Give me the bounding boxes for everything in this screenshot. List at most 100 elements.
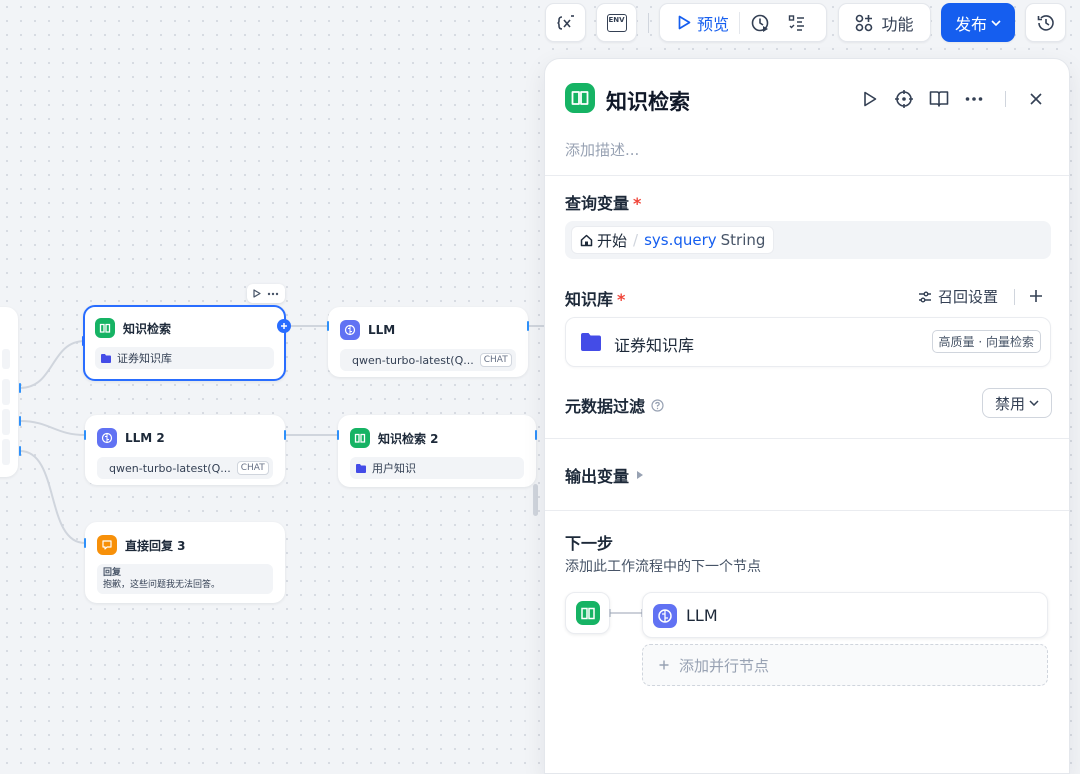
panel-node-icon bbox=[565, 83, 595, 113]
description-input[interactable]: 添加描述... bbox=[565, 139, 639, 160]
env-label: ENV bbox=[608, 15, 625, 24]
node-config-panel: 知识检索 添加描述... 查询变量 * 开始 / sys.query String bbox=[544, 58, 1070, 774]
current-node-tile bbox=[565, 592, 610, 634]
source-node-name: 开始 bbox=[597, 231, 628, 250]
add-parallel-node-button[interactable]: 添加并行节点 bbox=[642, 644, 1048, 686]
help-docs-button[interactable] bbox=[927, 87, 951, 111]
help-circle-icon[interactable] bbox=[651, 398, 664, 412]
answer-node[interactable]: 直接回复 3 回复 抱歉，这些问题我无法回答。 bbox=[85, 522, 285, 603]
edge-handle[interactable] bbox=[19, 416, 21, 426]
node-title: LLM 2 bbox=[125, 431, 165, 445]
knowledge-base-label: 知识库 * bbox=[565, 286, 625, 310]
reply-box: 回复 抱歉，这些问题我无法回答。 bbox=[97, 564, 273, 594]
section-divider bbox=[545, 175, 1069, 176]
book-icon bbox=[350, 428, 370, 448]
dataset-row[interactable]: 证券知识库 高质量 · 向量检索 bbox=[565, 317, 1051, 367]
version-history-button[interactable] bbox=[1025, 3, 1066, 42]
edge-handle[interactable] bbox=[84, 538, 86, 548]
required-mark: * bbox=[633, 194, 642, 213]
llm-2-node[interactable]: LLM 2 qwen-turbo-latest(Q... CHAT bbox=[85, 415, 285, 485]
env-button[interactable]: ENV bbox=[596, 3, 637, 42]
edge-handle[interactable] bbox=[527, 321, 529, 331]
node-title: 知识检索 2 bbox=[378, 431, 439, 446]
toggle-variable-button[interactable] bbox=[545, 3, 586, 42]
more-options-button[interactable] bbox=[962, 87, 986, 111]
more-icon[interactable] bbox=[267, 292, 279, 296]
close-panel-button[interactable] bbox=[1024, 87, 1048, 111]
open-book-icon bbox=[929, 91, 949, 107]
query-variable-label: 查询变量 * bbox=[565, 190, 641, 214]
query-label-text: 查询变量 bbox=[565, 194, 630, 213]
metadata-filter-select[interactable]: 禁用 bbox=[982, 388, 1052, 418]
llm-node[interactable]: LLM qwen-turbo-latest(Q... CHAT bbox=[328, 307, 528, 377]
toolbar-divider bbox=[648, 13, 649, 33]
select-value: 禁用 bbox=[994, 394, 1025, 413]
model-chip: qwen-turbo-latest(Q... CHAT bbox=[97, 457, 273, 479]
plus-icon bbox=[281, 323, 287, 329]
next-step-description: 添加此工作流程中的下一个节点 bbox=[565, 559, 761, 575]
node-title: 知识检索 bbox=[123, 321, 172, 336]
start-node-partial[interactable] bbox=[0, 307, 18, 477]
checklist-button[interactable] bbox=[788, 14, 806, 32]
book-icon bbox=[575, 601, 600, 625]
dataset-chip: 证券知识库 bbox=[95, 347, 274, 369]
output-variables-toggle[interactable]: 输出变量 bbox=[565, 463, 644, 487]
edge-handle[interactable] bbox=[284, 430, 286, 440]
message-reply-icon bbox=[97, 535, 117, 555]
add-knowledge-button[interactable] bbox=[1026, 285, 1046, 307]
metadata-filter-label: 元数据过滤 bbox=[565, 393, 664, 417]
run-node-icon[interactable] bbox=[253, 289, 261, 298]
plus-icon bbox=[1030, 290, 1042, 302]
dataset-name: 证券知识库 bbox=[117, 352, 172, 365]
next-node-llm[interactable]: LLM bbox=[642, 592, 1048, 638]
edge-handle[interactable] bbox=[337, 430, 339, 440]
workflow-edges bbox=[19, 325, 544, 544]
history-icon bbox=[1037, 14, 1054, 31]
preview-button[interactable]: 预览 bbox=[670, 11, 729, 35]
next-node-name: LLM bbox=[686, 606, 718, 625]
knowledge-retrieval-2-node[interactable]: 知识检索 2 用户知识 bbox=[338, 415, 536, 487]
folder-icon bbox=[581, 333, 601, 351]
locate-node-button[interactable] bbox=[892, 87, 916, 111]
edge-handle[interactable] bbox=[19, 446, 21, 456]
add-next-node-button[interactable] bbox=[277, 319, 291, 333]
recall-settings-button[interactable]: 召回设置 bbox=[918, 286, 998, 307]
next-step-connector bbox=[609, 609, 643, 617]
add-parallel-label: 添加并行节点 bbox=[679, 656, 770, 675]
edge-handle[interactable] bbox=[82, 336, 84, 346]
panel-title[interactable]: 知识检索 bbox=[606, 86, 690, 116]
more-icon bbox=[965, 97, 983, 101]
folder-icon bbox=[356, 463, 366, 473]
book-icon bbox=[571, 91, 589, 105]
section-divider bbox=[545, 510, 1069, 511]
next-step-label: 下一步 bbox=[565, 534, 614, 553]
variable-type: String bbox=[720, 231, 766, 249]
publish-button[interactable]: 发布 bbox=[941, 3, 1015, 42]
edge-handle[interactable] bbox=[84, 430, 86, 440]
edge-handle[interactable] bbox=[535, 430, 537, 440]
variable-pill[interactable]: 开始 / sys.query String bbox=[571, 226, 775, 254]
mode-badge: CHAT bbox=[479, 353, 512, 367]
kb-header-divider bbox=[1014, 289, 1015, 305]
folder-icon bbox=[101, 353, 111, 363]
path-separator: / bbox=[633, 231, 639, 249]
recall-settings-label: 召回设置 bbox=[938, 288, 999, 306]
close-icon bbox=[1030, 93, 1042, 105]
variable-name: sys.query bbox=[644, 231, 717, 249]
edge-handle[interactable] bbox=[327, 321, 329, 331]
canvas-scrollbar[interactable] bbox=[533, 484, 538, 516]
features-button[interactable]: 功能 bbox=[838, 3, 931, 42]
reply-label: 回复 bbox=[103, 568, 122, 578]
variable-x-icon bbox=[556, 14, 574, 30]
run-history-button[interactable] bbox=[750, 13, 770, 33]
run-step-button[interactable] bbox=[858, 87, 882, 111]
knowledge-retrieval-node[interactable]: 知识检索 证券知识库 bbox=[83, 305, 286, 381]
edge-handle[interactable] bbox=[19, 383, 21, 393]
checklist-icon bbox=[788, 14, 805, 31]
model-chip: qwen-turbo-latest(Q... CHAT bbox=[340, 349, 516, 371]
llm-brain-icon bbox=[340, 320, 360, 340]
query-variable-selector[interactable]: 开始 / sys.query String bbox=[565, 221, 1051, 259]
metadata-label-text: 元数据过滤 bbox=[565, 397, 646, 416]
llm-brain-icon bbox=[653, 604, 677, 628]
toolbar-divider bbox=[739, 11, 741, 34]
